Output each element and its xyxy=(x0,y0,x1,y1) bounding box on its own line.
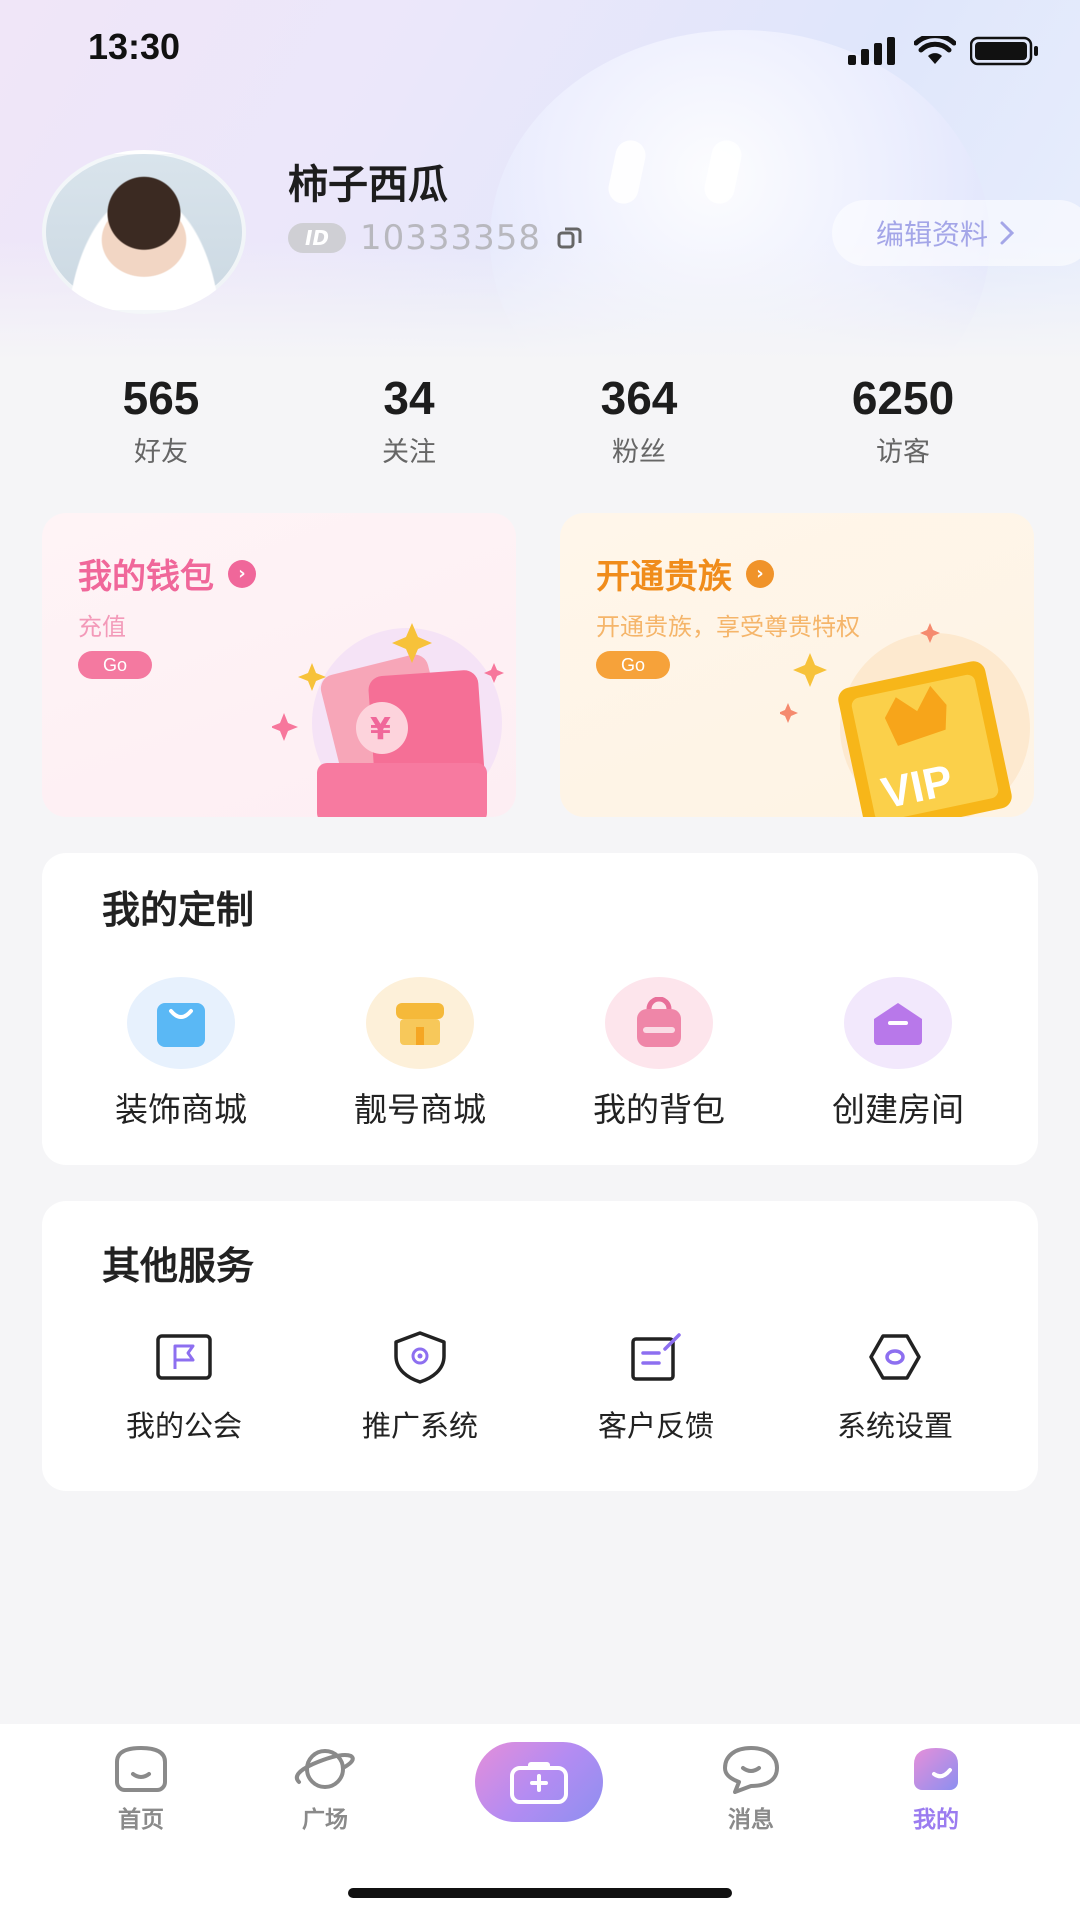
service-item-label: 推广系统 xyxy=(361,1409,478,1443)
chat-bubble-icon xyxy=(723,1746,779,1794)
custom-section-title: 我的定制 xyxy=(102,888,255,932)
stat-visitors[interactable]: 6250 访客 xyxy=(803,370,1003,469)
home-face-icon xyxy=(115,1745,167,1792)
status-time: 13:30 xyxy=(88,26,181,67)
stat-label: 访客 xyxy=(876,437,930,468)
tab-label: 广场 xyxy=(302,1807,348,1833)
stats-row: 565 好友 34 关注 364 粉丝 6250 访客 xyxy=(0,370,1080,480)
settings-icon xyxy=(865,1329,925,1385)
grid-item-create-room[interactable]: 创建房间 xyxy=(788,977,1008,1131)
edit-icon xyxy=(626,1329,686,1385)
noble-title-row: 开通贵族 › xyxy=(596,549,774,598)
battery-icon xyxy=(970,36,1038,66)
store-icon xyxy=(366,977,474,1069)
service-item-label: 系统设置 xyxy=(836,1409,953,1443)
custom-section-card: 我的定制 装饰商城 靓号商城 我的背包 创建房间 xyxy=(42,853,1038,1165)
grid-item-number-store[interactable]: 靓号商城 xyxy=(310,977,530,1131)
vip-illustration: VIP xyxy=(780,623,1030,817)
grid-item-label: 创建房间 xyxy=(832,1090,964,1129)
wallet-subtitle: 充值 xyxy=(78,613,126,641)
tab-messages[interactable]: 消息 xyxy=(681,1744,821,1834)
service-item-feedback[interactable]: 客户反馈 xyxy=(546,1329,766,1445)
signal-icon xyxy=(848,37,895,65)
status-icons xyxy=(848,36,1040,66)
svg-text:¥: ¥ xyxy=(370,712,391,747)
stat-friends[interactable]: 565 好友 xyxy=(61,370,261,469)
tab-mine[interactable]: 我的 xyxy=(866,1744,1006,1834)
tab-label: 我的 xyxy=(913,1807,959,1833)
grid-item-label: 装饰商城 xyxy=(115,1090,247,1129)
service-item-label: 我的公会 xyxy=(125,1409,242,1443)
edit-profile-button[interactable]: 编辑资料 xyxy=(832,200,1080,266)
noble-card[interactable]: 开通贵族 › 开通贵族，享受尊贵特权 Go VIP xyxy=(560,513,1034,817)
arrow-right-icon: › xyxy=(228,559,256,588)
wallet-title-row: 我的钱包 › xyxy=(78,549,256,598)
stat-fans[interactable]: 364 粉丝 xyxy=(539,370,739,469)
grid-item-label: 靓号商城 xyxy=(354,1090,486,1129)
copy-icon[interactable] xyxy=(555,223,585,253)
flag-icon xyxy=(154,1329,214,1385)
money-envelope-illustration: ¥ xyxy=(272,623,504,817)
envelope-icon xyxy=(844,977,952,1069)
shopping-bag-icon xyxy=(127,977,235,1069)
status-bar: 13:30 xyxy=(0,0,1080,100)
wallet-title: 我的钱包 xyxy=(78,557,214,597)
camera-icon xyxy=(510,1762,568,1804)
backpack-icon xyxy=(605,977,713,1069)
planet-icon xyxy=(294,1749,355,1789)
home-indicator[interactable] xyxy=(348,1888,732,1898)
grid-item-decoration-store[interactable]: 装饰商城 xyxy=(71,977,291,1131)
stat-following[interactable]: 34 关注 xyxy=(309,370,509,469)
services-section-title: 其他服务 xyxy=(102,1244,255,1288)
username: 柿子西瓜 xyxy=(288,162,448,208)
service-item-label: 客户反馈 xyxy=(597,1409,714,1443)
edit-profile-label: 编辑资料 xyxy=(876,218,989,251)
stat-label: 粉丝 xyxy=(612,437,666,468)
service-item-settings[interactable]: 系统设置 xyxy=(785,1329,1005,1445)
arrow-right-icon: › xyxy=(746,559,774,588)
tab-home[interactable]: 首页 xyxy=(71,1744,211,1834)
user-id-row: ID 10333358 xyxy=(288,218,585,258)
tab-label: 首页 xyxy=(118,1807,164,1833)
wallet-card[interactable]: 我的钱包 › 充值 Go ¥ xyxy=(42,513,516,817)
wallet-go-button[interactable]: Go xyxy=(78,651,152,679)
stat-value: 565 xyxy=(122,372,200,424)
stat-label: 好友 xyxy=(134,437,188,468)
service-item-promotion[interactable]: 推广系统 xyxy=(310,1329,530,1445)
services-section-card: 其他服务 我的公会 推广系统 客户反馈 系统设置 xyxy=(42,1201,1038,1491)
tab-label: 消息 xyxy=(728,1807,774,1833)
profile-icon xyxy=(914,1748,958,1790)
shield-gear-icon xyxy=(390,1329,450,1385)
camera-center-button[interactable] xyxy=(475,1742,603,1822)
chevron-right-icon xyxy=(1000,221,1015,245)
stat-value: 34 xyxy=(383,372,435,424)
grid-item-backpack[interactable]: 我的背包 xyxy=(549,977,769,1131)
stat-label: 关注 xyxy=(382,437,436,468)
tab-square[interactable]: 广场 xyxy=(255,1744,395,1834)
noble-title: 开通贵族 xyxy=(596,557,732,597)
grid-item-label: 我的背包 xyxy=(593,1090,725,1129)
user-id-number: 10333358 xyxy=(360,218,542,258)
id-badge: ID xyxy=(288,223,346,253)
service-item-guild[interactable]: 我的公会 xyxy=(74,1329,294,1445)
stat-value: 364 xyxy=(600,372,678,424)
avatar[interactable] xyxy=(42,150,246,314)
noble-go-button[interactable]: Go xyxy=(596,651,670,679)
stat-value: 6250 xyxy=(851,372,955,424)
wifi-icon xyxy=(914,36,956,64)
